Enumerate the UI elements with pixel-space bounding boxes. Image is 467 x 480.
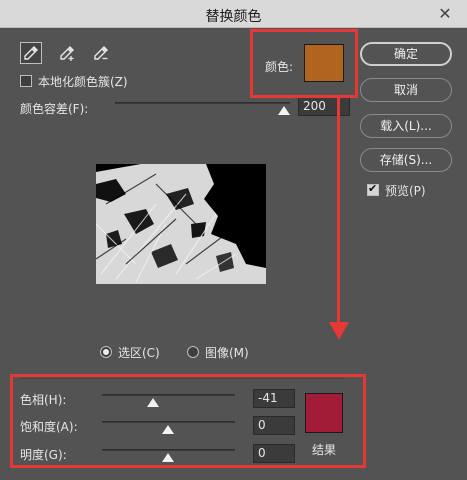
annotation-arrow-line (337, 98, 340, 326)
eyedropper-plus-icon (60, 46, 74, 61)
color-tolerance-label: 颜色容差(F): (20, 102, 89, 116)
image-radio[interactable] (187, 346, 199, 358)
annotation-arrow-head-icon (329, 322, 349, 340)
close-icon[interactable]: ✕ (435, 4, 455, 24)
localized-clusters-checkbox[interactable] (20, 75, 32, 87)
eyedropper-icon (24, 46, 38, 60)
save-button[interactable]: 存储(S)... (360, 148, 452, 172)
highlight-box-color (250, 29, 358, 98)
window-title: 替换颜色 (205, 9, 262, 25)
ok-button[interactable]: 确定 (360, 42, 452, 66)
load-button[interactable]: 载入(L)... (360, 114, 452, 138)
selection-radio[interactable] (100, 346, 112, 358)
eyedropper-tool[interactable] (20, 42, 42, 64)
selection-mask-image (96, 164, 266, 284)
color-tolerance-thumb[interactable] (278, 106, 290, 115)
color-tolerance-input[interactable]: 200 (298, 97, 350, 116)
preview-label: 预览(P) (385, 184, 426, 198)
image-radio-label: 图像(M) (205, 346, 249, 360)
eyedropper-minus-tool[interactable] (90, 42, 112, 64)
selection-preview (96, 164, 266, 284)
eyedropper-plus-tool[interactable] (56, 42, 78, 64)
color-tolerance-slider[interactable] (115, 102, 290, 104)
preview-checkbox[interactable] (367, 182, 379, 196)
eyedropper-minus-icon (94, 46, 108, 60)
selection-radio-label: 选区(C) (118, 346, 160, 360)
title-bar: 替换颜色 ✕ (0, 0, 467, 28)
localized-clusters-label: 本地化颜色簇(Z) (38, 75, 128, 89)
highlight-box-replacement (10, 374, 366, 468)
cancel-button[interactable]: 取消 (360, 78, 452, 102)
